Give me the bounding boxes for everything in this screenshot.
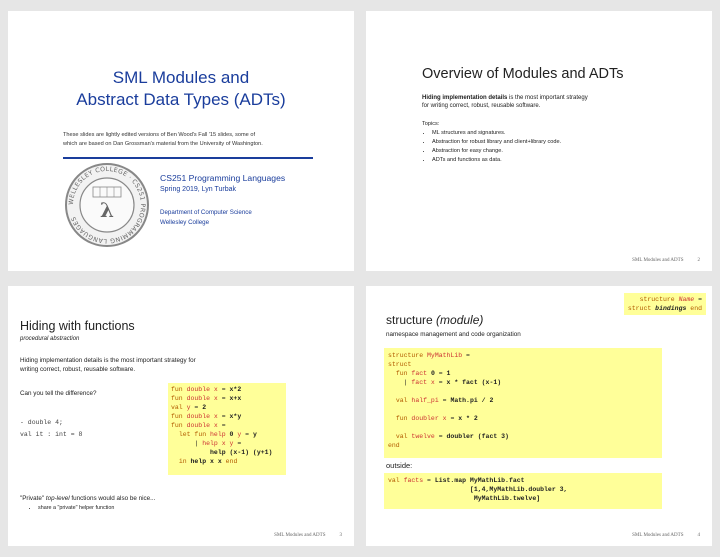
- slide3-repl-line2: val it : int = 8: [20, 431, 83, 438]
- slide-3: Hiding with functions procedural abstrac…: [8, 286, 354, 546]
- slide4-footer: SML Modules and ADTS 4: [618, 533, 700, 538]
- slide3-private-post: functions would also be nice...: [69, 495, 156, 502]
- slide2-topics-list: ML structures and signatures. Abstractio…: [422, 129, 692, 165]
- list-item: ADTs and functions as data.: [432, 156, 692, 165]
- slide1-college: Wellesley College: [160, 219, 210, 226]
- list-item: ML structures and signatures.: [432, 129, 692, 138]
- slide1-title-line2: Abstract Data Types (ADTs): [76, 90, 286, 109]
- list-item: share a "private" helper function: [38, 504, 114, 513]
- slide4-subtitle: namespace management and code organizati…: [386, 331, 521, 338]
- slide1-term: Spring 2019, Lyn Turbak: [160, 186, 237, 193]
- slide1-note-line2: which are based on Dan Grossman's materi…: [63, 141, 263, 147]
- slide4-outside-label: outside:: [386, 461, 413, 470]
- footer-text: SML Modules and ADTS: [632, 533, 684, 538]
- slide2-footer: SML Modules and ADTS 2: [618, 258, 700, 263]
- slide4-title: structure: [386, 313, 433, 327]
- slide2-intro-bold: Hiding implementation details: [422, 95, 508, 101]
- list-item: Abstraction for easy change.: [432, 147, 692, 156]
- page-number: 3: [339, 533, 343, 538]
- slide3-subtitle: procedural abstraction: [20, 336, 80, 342]
- code-box-mymathlib: structure MyMathLib = struct fun fact 0 …: [384, 348, 662, 458]
- slide2-intro-rest1: is the most important strategy: [507, 95, 588, 101]
- slide1-note-line1: These slides are lightly edited versions…: [63, 132, 256, 138]
- title-rule: [63, 157, 313, 159]
- slide3-title: Hiding with functions: [20, 319, 135, 333]
- slide3-footer: SML Modules and ADTS 3: [260, 533, 342, 538]
- slide2-title: Overview of Modules and ADTs: [422, 66, 624, 82]
- slide3-body-line2: writing correct, robust, reusable softwa…: [20, 366, 136, 373]
- slide3-repl-line1: - double 4;: [20, 419, 63, 426]
- slide4-title-em: (module): [436, 313, 484, 327]
- slide-2: Overview of Modules and ADTs Hiding impl…: [366, 11, 712, 271]
- page-number: 4: [697, 533, 701, 538]
- slide2-intro-rest2: for writing correct, robust, reusable so…: [422, 103, 541, 109]
- slide-1: SML Modules and Abstract Data Types (ADT…: [8, 11, 354, 271]
- structure-syntax-box: structure Name = struct bindings end: [623, 293, 706, 315]
- slide3-question: Can you tell the difference?: [20, 390, 97, 397]
- slide2-topics-label: Topics:: [422, 121, 440, 127]
- footer-text: SML Modules and ADTS: [632, 258, 684, 263]
- slide1-course: CS251 Programming Languages: [160, 173, 286, 183]
- slide1-title-line1: SML Modules and: [112, 68, 250, 87]
- wellesley-seal-logo: WELLESLEY COLLEGE · CS251 PROGRAMMING LA…: [65, 163, 149, 247]
- svg-text:λ: λ: [100, 198, 114, 222]
- code-box-double: fun double x = x*2 fun double x = x+x va…: [168, 383, 286, 475]
- code-box-outside: val facts = List.map MyMathLib.fact [1,4…: [384, 473, 662, 509]
- list-item: Abstraction for robust library and clien…: [432, 138, 692, 147]
- page-number: 2: [697, 258, 701, 263]
- slide-4: structure Name = struct bindings end str…: [366, 286, 712, 546]
- slide3-private-em: top-level: [45, 495, 70, 502]
- footer-text: SML Modules and ADTS: [274, 533, 326, 538]
- slide3-private-pre: "Private": [20, 495, 46, 502]
- slide1-dept: Department of Computer Science: [160, 209, 252, 216]
- slide3-body-line1: Hiding implementation details is the mos…: [20, 357, 196, 364]
